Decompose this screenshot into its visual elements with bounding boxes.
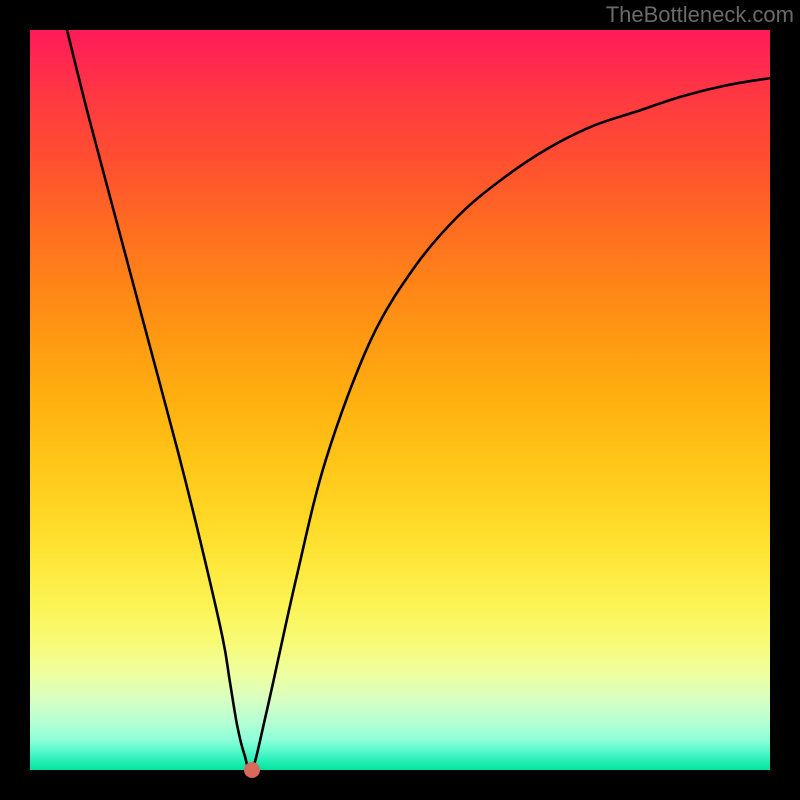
chart-container: TheBottleneck.com (0, 0, 800, 800)
plot-area (30, 30, 770, 770)
optimal-point-marker (244, 762, 260, 778)
curve-svg (30, 30, 770, 770)
watermark-text: TheBottleneck.com (606, 2, 794, 28)
bottleneck-curve (67, 30, 770, 770)
